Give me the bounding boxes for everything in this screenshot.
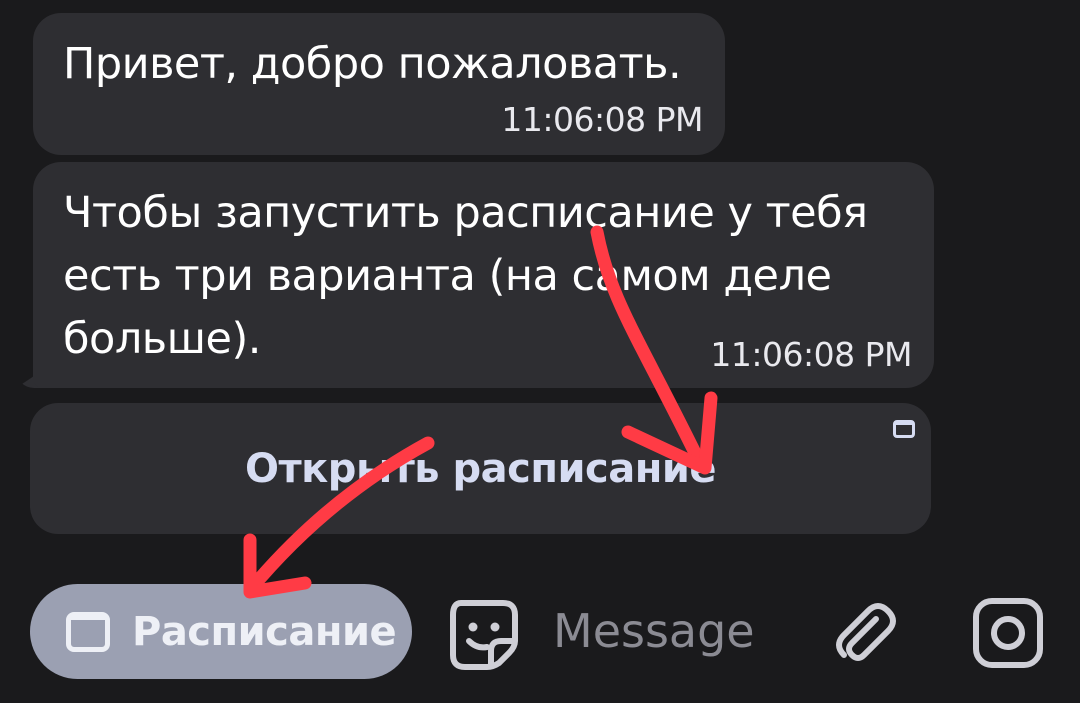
paperclip-icon[interactable]: [830, 597, 900, 669]
menu-button-label: Расписание: [132, 608, 397, 655]
message-time: 11:06:08 PM: [501, 100, 703, 139]
inline-button-label: Открыть расписание: [244, 445, 717, 492]
message-bubble: Привет, добро пожаловать. 11:06:08 PM: [33, 13, 725, 155]
sticker-smile-icon[interactable]: [447, 597, 521, 671]
message-input[interactable]: [553, 596, 813, 666]
chat-screen: Привет, добро пожаловать. 11:06:08 PM Чт…: [0, 0, 1080, 703]
web-app-window-icon: [66, 611, 110, 652]
open-schedule-inline-button[interactable]: Открыть расписание: [30, 403, 931, 534]
message-bubble: Чтобы запустить расписание у тебя есть т…: [33, 162, 934, 388]
message-time: 11:06:08 PM: [710, 335, 912, 374]
message-text: Привет, добро пожаловать.: [63, 39, 682, 89]
schedule-menu-button[interactable]: Расписание: [30, 584, 412, 679]
web-app-window-icon: [893, 420, 915, 438]
input-bar: Расписание: [0, 560, 1080, 703]
camera-icon[interactable]: [972, 597, 1044, 669]
